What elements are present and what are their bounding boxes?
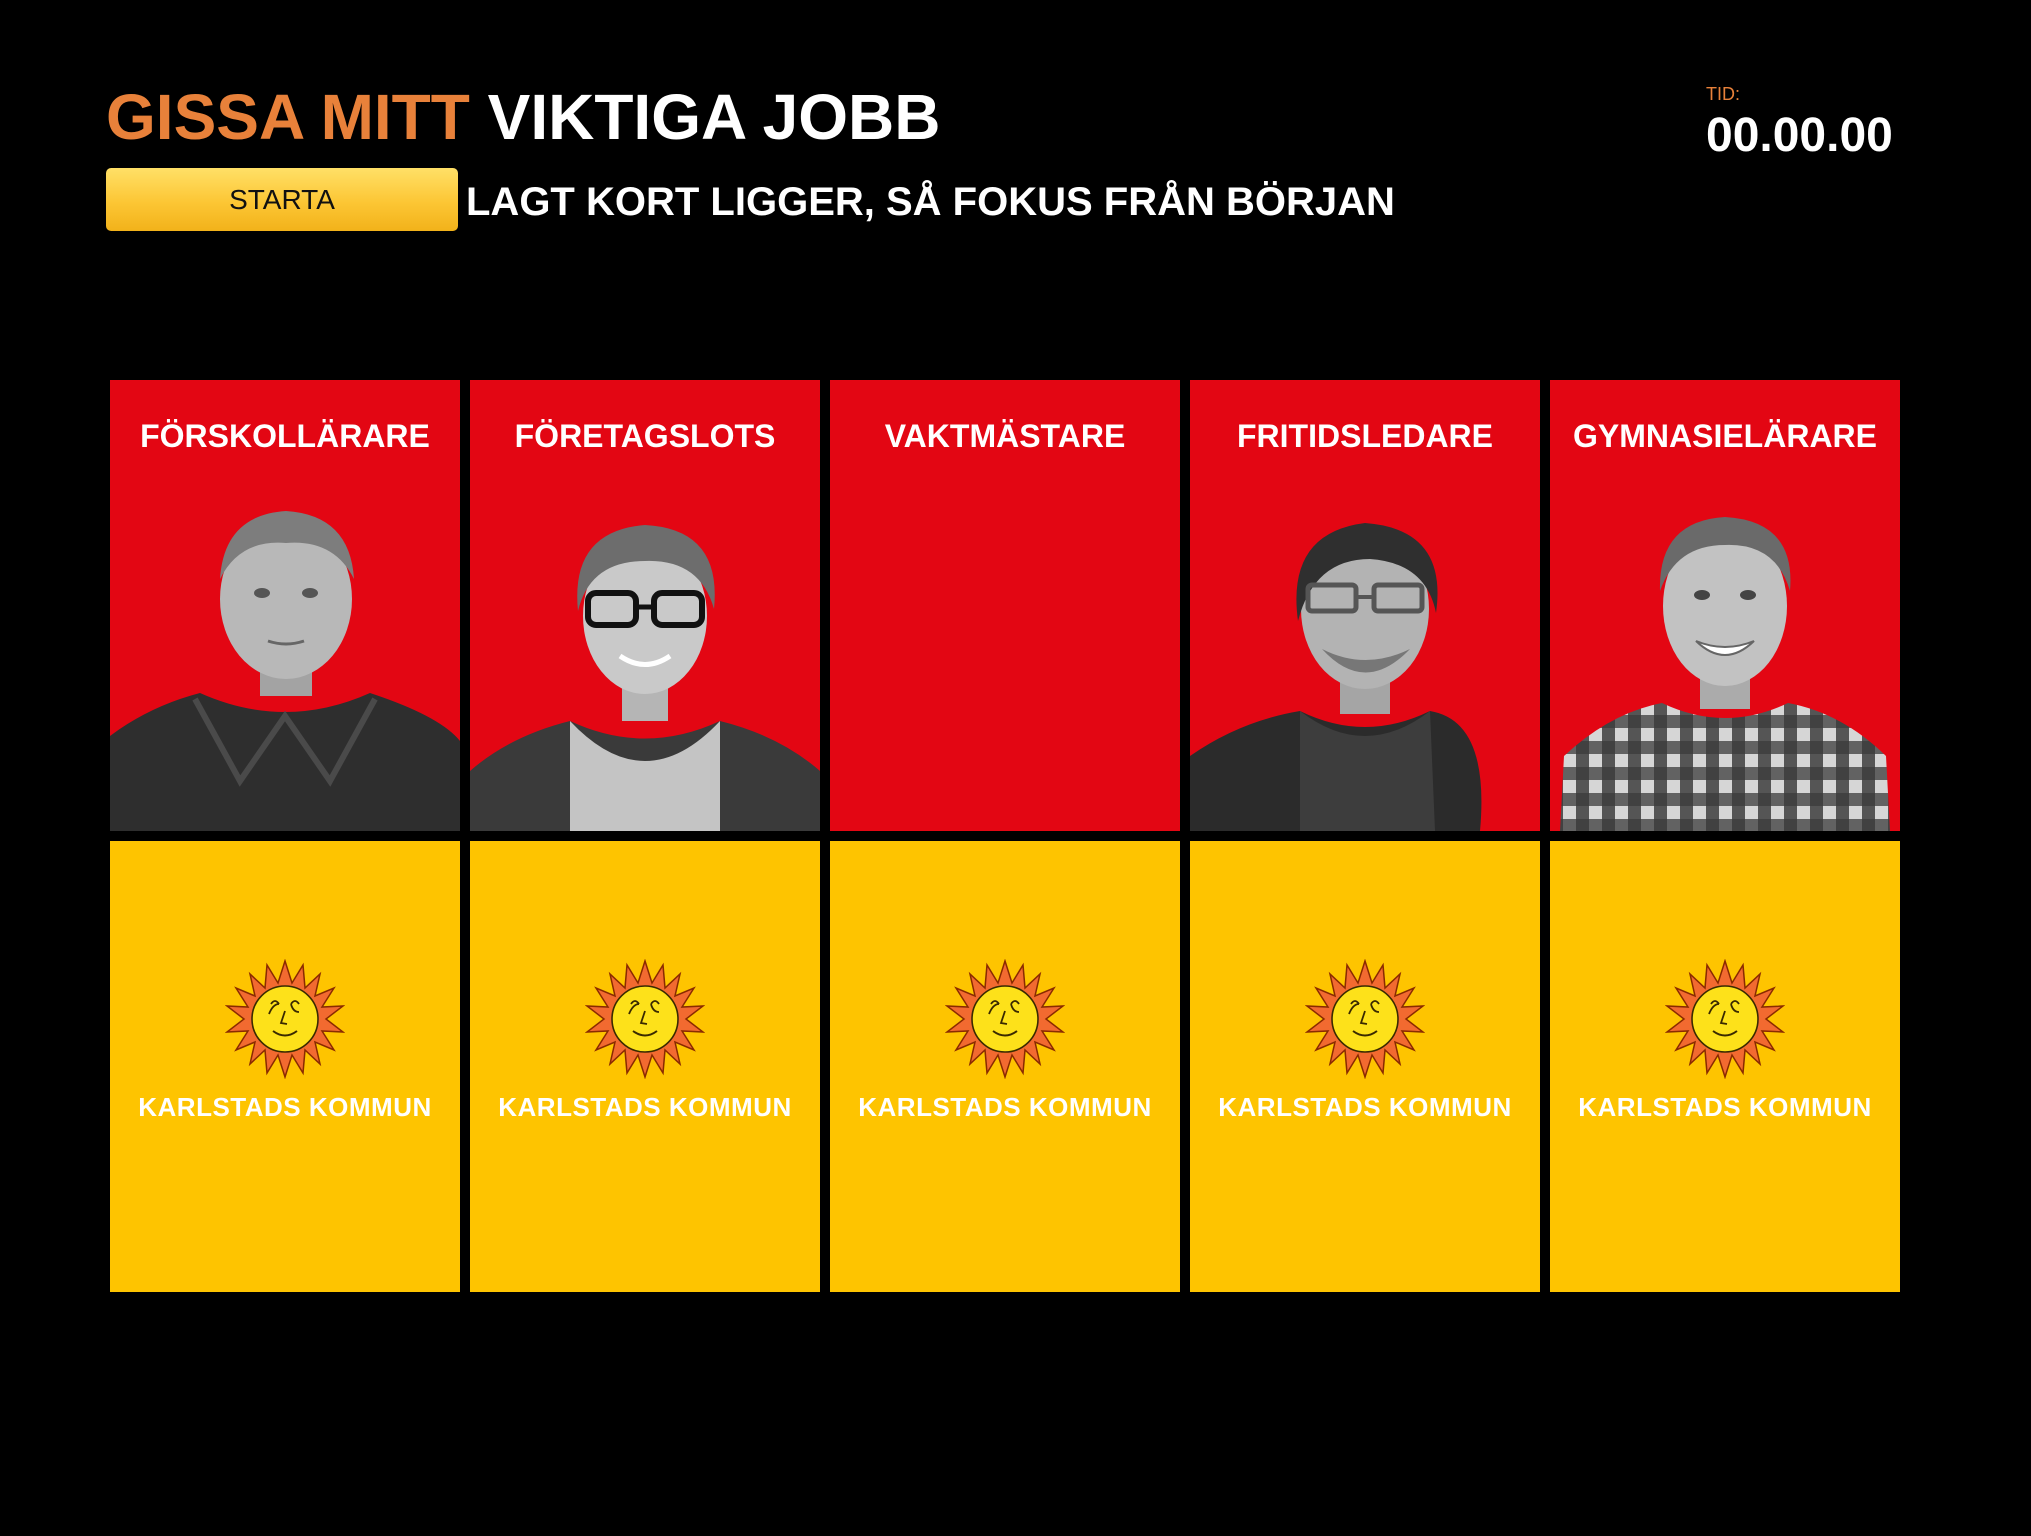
- person-photo: [470, 525, 820, 831]
- title-part-guess: GISSA MITT: [106, 81, 470, 153]
- karlstad-logo-text: KARLSTADS KOMMUN: [1578, 1092, 1872, 1122]
- job-title: FÖRSKOLLÄRARE: [140, 418, 430, 454]
- job-title: VAKTMÄSTARE: [884, 418, 1126, 454]
- instruction-text: LAGT KORT LIGGER, SÅ FOKUS FRÅN BÖRJAN: [466, 180, 1395, 224]
- person-photo: [1560, 517, 1890, 831]
- memory-card-2[interactable]: KARLSTADS KOMMUN: [470, 841, 820, 1292]
- start-button[interactable]: STARTA: [106, 168, 458, 231]
- timer-value: 00.00.00: [1706, 109, 1893, 162]
- memory-card-1[interactable]: KARLSTADS KOMMUN: [110, 841, 460, 1292]
- job-card-5[interactable]: GYMNASIELÄRARE: [1550, 380, 1900, 831]
- karlstad-logo-text: KARLSTADS KOMMUN: [138, 1092, 432, 1122]
- karlstad-logo-text: KARLSTADS KOMMUN: [858, 1092, 1152, 1122]
- job-card-2[interactable]: FÖRETAGSLOTS: [470, 380, 820, 831]
- card-grid: FÖRSKOLLÄRARE FÖRETAGSLOTS VAKTMÄSTARE F…: [110, 380, 1902, 1292]
- sun-face-icon: [226, 960, 344, 1078]
- job-card-1[interactable]: FÖRSKOLLÄRARE: [110, 380, 460, 831]
- game-title: GISSA MITT VIKTIGA JOBB: [106, 78, 940, 156]
- person-photo: [1190, 523, 1482, 831]
- sun-face-icon: [946, 960, 1064, 1078]
- job-card-4[interactable]: FRITIDSLEDARE: [1190, 380, 1540, 831]
- person-photo: [110, 511, 460, 831]
- timer-label: TID:: [1706, 84, 1740, 104]
- sun-face-icon: [586, 960, 704, 1078]
- title-part-job: VIKTIGA JOBB: [487, 81, 941, 153]
- memory-card-4[interactable]: KARLSTADS KOMMUN: [1190, 841, 1540, 1292]
- karlstad-logo-text: KARLSTADS KOMMUN: [1218, 1092, 1512, 1122]
- job-title: FÖRETAGSLOTS: [514, 418, 776, 454]
- memory-card-5[interactable]: KARLSTADS KOMMUN: [1550, 841, 1900, 1292]
- memory-card-3[interactable]: KARLSTADS KOMMUN: [830, 841, 1180, 1292]
- job-title: FRITIDSLEDARE: [1237, 418, 1493, 454]
- job-title: GYMNASIELÄRARE: [1572, 418, 1877, 454]
- sun-face-icon: [1666, 960, 1784, 1078]
- job-card-3[interactable]: VAKTMÄSTARE: [830, 380, 1180, 831]
- karlstad-logo-text: KARLSTADS KOMMUN: [498, 1092, 792, 1122]
- sun-face-icon: [1306, 960, 1424, 1078]
